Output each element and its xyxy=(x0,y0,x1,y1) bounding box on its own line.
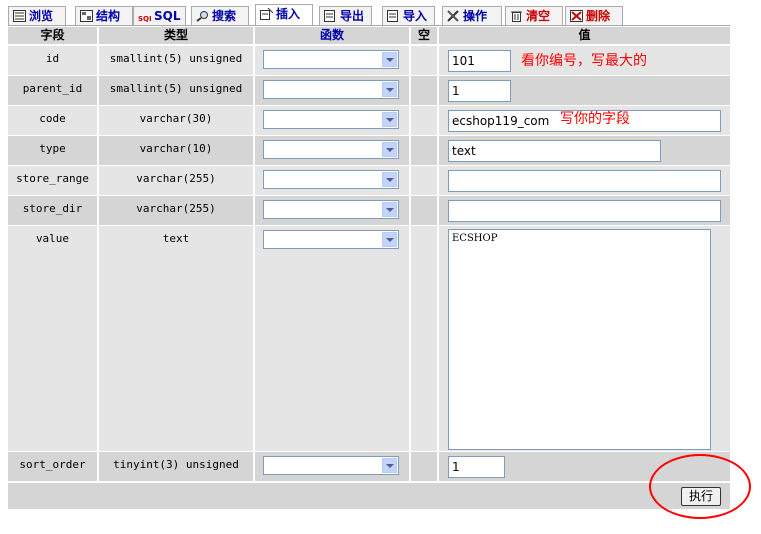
null-cell xyxy=(411,196,437,225)
sql-icon: SQL xyxy=(138,9,154,23)
header-null: 空 xyxy=(411,27,437,44)
tab-search[interactable]: 搜索 xyxy=(191,6,249,25)
insert-icon xyxy=(260,7,274,20)
tab-empty[interactable]: 清空 xyxy=(505,6,563,25)
tab-label: 导入 xyxy=(403,9,428,23)
null-cell xyxy=(411,76,437,105)
chevron-down-icon[interactable] xyxy=(382,232,397,247)
tab-export[interactable]: 导出 xyxy=(319,6,372,25)
field-name: store_dir xyxy=(8,196,97,225)
operations-icon xyxy=(447,9,460,22)
function-select[interactable] xyxy=(263,456,399,475)
value-input[interactable] xyxy=(448,200,721,222)
function-cell xyxy=(255,452,409,481)
tab-label: 搜索 xyxy=(212,9,237,23)
function-cell xyxy=(255,196,409,225)
field-name: parent_id xyxy=(8,76,97,105)
field-type: varchar(30) xyxy=(99,106,253,135)
field-type: text xyxy=(99,226,253,451)
function-select[interactable] xyxy=(263,80,399,99)
chevron-down-icon[interactable] xyxy=(382,52,397,67)
function-cell xyxy=(255,226,409,451)
field-type: smallint(5) unsigned xyxy=(99,76,253,105)
null-cell xyxy=(411,452,437,481)
function-cell xyxy=(255,136,409,165)
field-name: code xyxy=(8,106,97,135)
header-type: 类型 xyxy=(99,27,253,44)
field-name: type xyxy=(8,136,97,165)
search-icon xyxy=(196,9,209,22)
tab-insert[interactable]: 插入 xyxy=(255,4,313,26)
tab-structure[interactable]: 结构 xyxy=(75,6,133,25)
function-select[interactable] xyxy=(263,110,399,129)
null-cell xyxy=(411,106,437,135)
function-cell xyxy=(255,46,409,75)
tab-sql[interactable]: SQLSQL xyxy=(133,6,186,25)
tab-label: 导出 xyxy=(340,9,365,23)
function-cell xyxy=(255,76,409,105)
annotation-id: 看你编号，写最大的 xyxy=(521,53,647,69)
tab-divider xyxy=(8,25,730,26)
function-select[interactable] xyxy=(263,50,399,69)
header-field: 字段 xyxy=(8,27,97,44)
function-select[interactable] xyxy=(263,200,399,219)
value-input[interactable]: 1 xyxy=(448,80,511,102)
field-name: store_range xyxy=(8,166,97,195)
browse-icon xyxy=(13,9,26,22)
tab-label: 插入 xyxy=(276,7,301,21)
tab-label: 操作 xyxy=(463,9,488,23)
annotation-code: 写你的字段 xyxy=(560,111,630,127)
field-type: varchar(255) xyxy=(99,166,253,195)
structure-icon xyxy=(80,9,93,22)
svg-text:SQL: SQL xyxy=(138,15,151,22)
null-cell xyxy=(411,226,437,451)
tab-label: 清空 xyxy=(526,9,551,23)
chevron-down-icon[interactable] xyxy=(382,112,397,127)
chevron-down-icon[interactable] xyxy=(382,202,397,217)
tab-operations[interactable]: 操作 xyxy=(442,6,502,25)
null-cell xyxy=(411,136,437,165)
function-cell xyxy=(255,166,409,195)
tab-label: 结构 xyxy=(96,9,121,23)
function-cell xyxy=(255,106,409,135)
field-name: sort_order xyxy=(8,452,97,481)
null-cell xyxy=(411,46,437,75)
tab-browse[interactable]: 浏览 xyxy=(8,6,66,25)
field-type: varchar(10) xyxy=(99,136,253,165)
tab-bar: 浏览 结构 SQLSQL 搜索 插入 导出 导入 操作 清空 删除 xyxy=(8,4,758,26)
tab-drop[interactable]: 删除 xyxy=(565,6,623,25)
chevron-down-icon[interactable] xyxy=(382,458,397,473)
tab-label: 浏览 xyxy=(29,9,54,23)
function-select[interactable] xyxy=(263,140,399,159)
chevron-down-icon[interactable] xyxy=(382,172,397,187)
annotation-circle xyxy=(649,454,751,519)
field-type: tinyint(3) unsigned xyxy=(99,452,253,481)
chevron-down-icon[interactable] xyxy=(382,142,397,157)
function-select[interactable] xyxy=(263,170,399,189)
drop-icon xyxy=(570,9,583,22)
tab-label: SQL xyxy=(154,9,181,23)
field-type: smallint(5) unsigned xyxy=(99,46,253,75)
field-type: varchar(255) xyxy=(99,196,253,225)
value-input[interactable]: 1 xyxy=(448,456,505,478)
function-select[interactable] xyxy=(263,230,399,249)
field-name: value xyxy=(8,226,97,451)
header-value: 值 xyxy=(439,27,730,44)
header-function[interactable]: 函数 xyxy=(255,27,409,44)
value-input[interactable]: text xyxy=(448,140,661,162)
value-input[interactable]: 101 xyxy=(448,50,511,72)
empty-icon xyxy=(510,9,523,22)
form-footer xyxy=(8,483,730,509)
chevron-down-icon[interactable] xyxy=(382,82,397,97)
tab-label: 删除 xyxy=(586,9,611,23)
value-input[interactable] xyxy=(448,170,721,192)
field-name: id xyxy=(8,46,97,75)
import-icon xyxy=(387,9,400,22)
value-textarea[interactable]: ECSHOP xyxy=(448,229,711,450)
null-cell xyxy=(411,166,437,195)
export-icon xyxy=(324,9,337,22)
tab-import[interactable]: 导入 xyxy=(382,6,435,25)
